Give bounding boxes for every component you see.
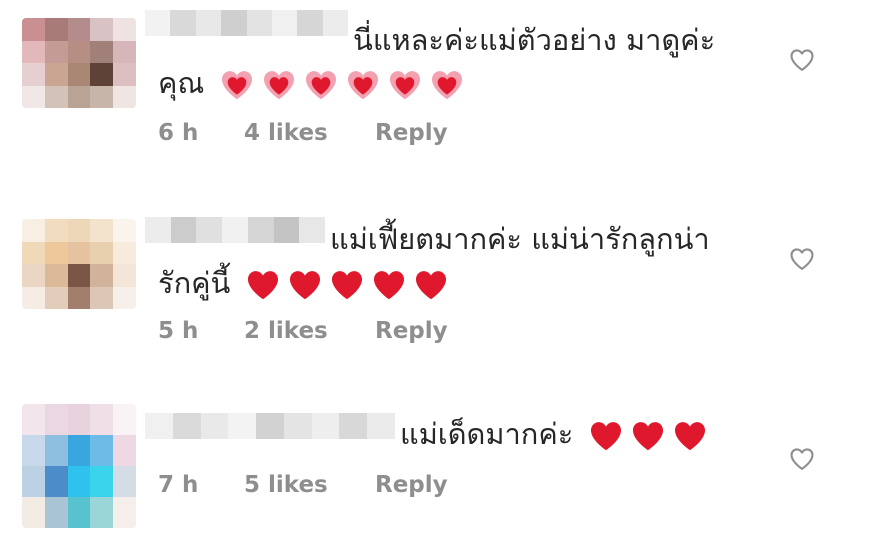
red-heart-icon (674, 422, 705, 451)
avatar[interactable] (22, 219, 136, 309)
heart-outline-icon[interactable] (787, 245, 817, 273)
growing-heart-icon (305, 71, 336, 100)
comment-meta: 7 h 5 likes Reply (158, 472, 448, 498)
growing-heart-icon (347, 71, 378, 100)
red-heart-icon (331, 271, 362, 300)
avatar[interactable] (22, 404, 136, 528)
reply-button[interactable]: Reply (375, 472, 448, 498)
comment-text-continued: คุณ (158, 66, 205, 100)
comment-meta: 6 h 4 likes Reply (158, 120, 448, 146)
growing-heart-icon (431, 71, 462, 100)
reply-button[interactable]: Reply (375, 318, 448, 344)
emoji-group (218, 66, 466, 104)
timestamp[interactable]: 6 h (158, 120, 244, 146)
likes-count[interactable]: 5 likes (244, 472, 375, 498)
comment-text-line-2: รักคู่นี้ (158, 260, 450, 306)
emoji-group (587, 417, 709, 455)
reply-button[interactable]: Reply (375, 120, 448, 146)
comment-meta: 5 h 2 likes Reply (158, 318, 448, 344)
emoji-group (244, 266, 450, 304)
heart-outline-icon[interactable] (787, 46, 817, 74)
comment-text: แม่เด็ดมากค่ะ (400, 417, 574, 451)
comment-text-line: แม่เด็ดมากค่ะ (400, 411, 709, 457)
timestamp[interactable]: 7 h (158, 472, 244, 498)
growing-heart-icon (221, 71, 252, 100)
red-heart-icon (590, 422, 621, 451)
red-heart-icon (632, 422, 663, 451)
comment-text: แม่เฟี้ยตมากค่ะ แม่น่ารักลูกน่า (330, 222, 710, 256)
comment-text: นี่แหละค่ะแม่ตัวอย่าง มาดูค่ะ (353, 23, 716, 57)
red-heart-icon (247, 271, 278, 300)
growing-heart-icon (263, 71, 294, 100)
username-blurred[interactable] (145, 10, 348, 36)
red-heart-icon (289, 271, 320, 300)
growing-heart-icon (389, 71, 420, 100)
likes-count[interactable]: 2 likes (244, 318, 375, 344)
heart-outline-icon[interactable] (787, 445, 817, 473)
comment-text-continued: รักคู่นี้ (158, 266, 231, 300)
timestamp[interactable]: 5 h (158, 318, 244, 344)
username-blurred[interactable] (145, 413, 395, 439)
avatar[interactable] (22, 18, 136, 108)
comment-text-line-2: คุณ (158, 60, 466, 106)
likes-count[interactable]: 4 likes (244, 120, 375, 146)
red-heart-icon (415, 271, 446, 300)
username-blurred[interactable] (145, 217, 325, 243)
red-heart-icon (373, 271, 404, 300)
